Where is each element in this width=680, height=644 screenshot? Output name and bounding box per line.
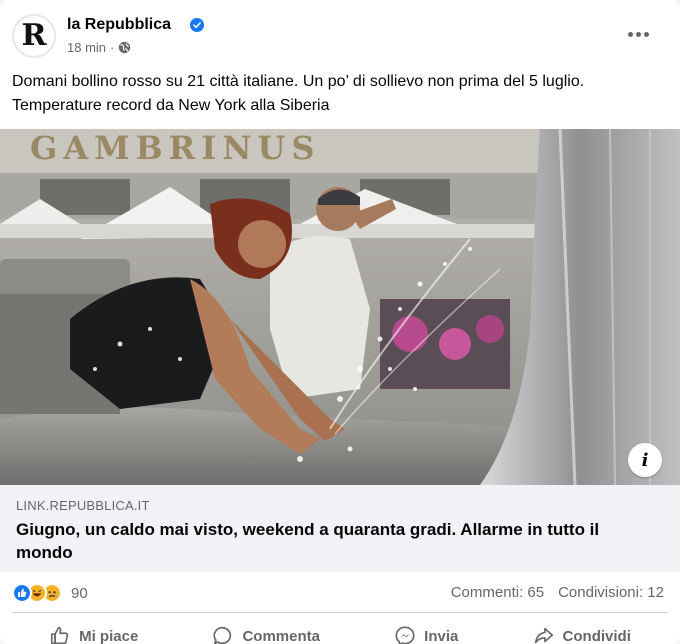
dot-icon (627, 31, 633, 37)
comments-count[interactable]: Commenti: 65 (451, 584, 544, 601)
info-button[interactable]: i (628, 443, 662, 477)
comment-icon (213, 626, 232, 644)
share-button[interactable]: Condividi (517, 620, 647, 644)
avatar-letter: R (21, 18, 47, 53)
send-label: Invia (424, 627, 459, 644)
thumbs-up-icon (51, 626, 69, 644)
engagement-counts: Commenti: 65 Condivisioni: 12 (451, 584, 664, 601)
sign-text: GAMBRINUS (30, 129, 320, 167)
reaction-count: 90 (71, 584, 88, 602)
action-bar: Mi piace Commenta Invia Condividi (12, 620, 668, 644)
like-button[interactable]: Mi piace (33, 620, 154, 644)
post-text-line2: Temperature record da New York alla Sibe… (12, 97, 330, 114)
verified-badge-icon (190, 18, 204, 32)
post-image[interactable]: GAMBRINUS i (0, 129, 680, 485)
meta-separator: · (110, 40, 115, 55)
post-text-line1: Domani bollino rosso su 21 città italian… (12, 73, 585, 90)
shares-count[interactable]: Condivisioni: 12 (558, 584, 664, 601)
send-button[interactable]: Invia (378, 620, 474, 644)
page-name[interactable]: la Repubblica (67, 16, 171, 34)
like-label: Mi piace (79, 627, 139, 644)
link-domain: LINK.REPUBBLICA.IT (16, 498, 150, 513)
link-preview[interactable]: LINK.REPUBBLICA.IT Giugno, un caldo mai … (0, 485, 680, 572)
globe-icon (119, 41, 131, 54)
link-title[interactable]: Giugno, un caldo mai visto, weekend a qu… (16, 518, 656, 564)
reactions-summary[interactable]: 90 (12, 582, 88, 604)
post-time[interactable]: 18 min (67, 40, 106, 55)
post-text: Domani bollino rosso su 21 città italian… (12, 70, 668, 118)
comment-button[interactable]: Commenta (196, 620, 336, 644)
post-card: R la Repubblica 18 min · Domani bollino … (0, 0, 680, 644)
divider (12, 612, 668, 613)
dot-icon (635, 31, 641, 37)
share-label: Condividi (562, 627, 631, 644)
more-options-button[interactable] (620, 22, 656, 46)
photo-illustration: GAMBRINUS (0, 129, 680, 485)
messenger-icon (395, 626, 415, 644)
avatar[interactable]: R (12, 14, 56, 58)
post-stats: 90 Commenti: 65 Condivisioni: 12 (12, 580, 664, 606)
like-reaction-icon (12, 583, 32, 603)
share-arrow-icon (534, 627, 553, 644)
post-meta: 18 min · (67, 40, 131, 55)
post-header: R la Repubblica 18 min · (12, 14, 668, 60)
comment-label: Commenta (242, 627, 320, 644)
dot-icon (643, 31, 649, 37)
